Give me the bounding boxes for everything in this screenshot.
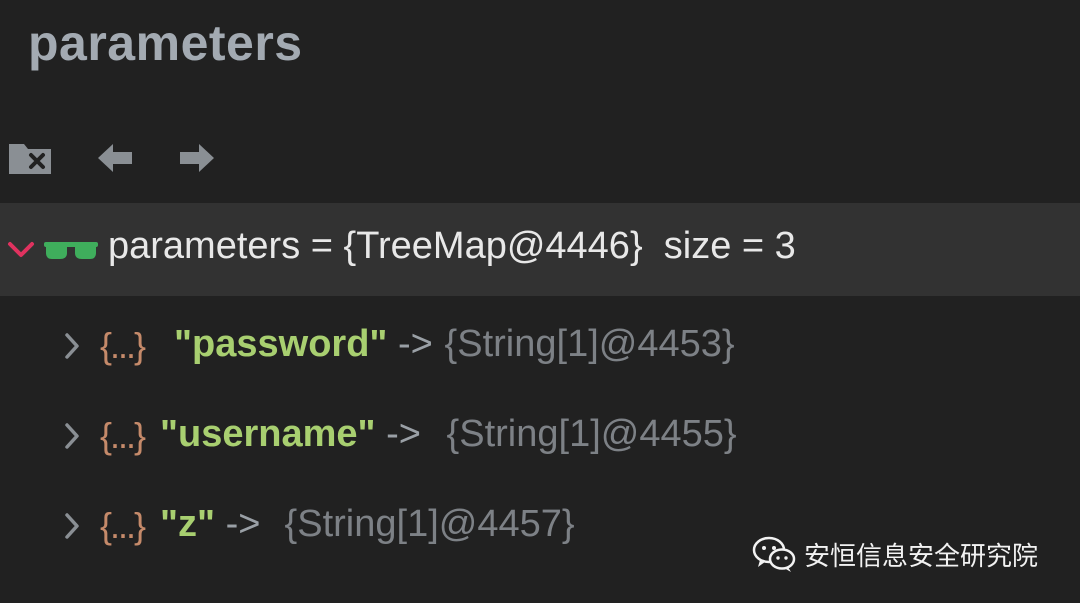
tree-root-row[interactable]: parameters = {TreeMap@4446} size = 3 <box>0 203 1080 296</box>
entry-value: {String[1]@4457} <box>274 503 575 545</box>
entry-key: "z" -> <box>160 503 261 545</box>
chevron-right-icon[interactable] <box>60 330 84 362</box>
entry-key: "username" -> <box>160 413 421 455</box>
wechat-icon <box>752 536 796 572</box>
watermark: 安恒信息安全研究院 <box>752 532 1038 576</box>
entry-value: {String[1]@4453} <box>434 323 735 365</box>
entry-arrow: -> <box>215 503 261 545</box>
arrow-left-icon <box>98 144 132 172</box>
tree-entry-row[interactable]: {...} "password" -> {String[1]@4453} <box>0 301 1080 391</box>
entry-arrow: -> <box>375 413 421 455</box>
panel-title: parameters <box>28 15 303 71</box>
map-entry-icon: {...} <box>100 325 146 366</box>
folder-close-icon <box>9 144 51 174</box>
arrow-right-icon <box>180 144 214 172</box>
chevron-down-icon[interactable] <box>6 237 36 263</box>
entry-key: "password" -> <box>174 323 433 365</box>
watermark-text: 安恒信息安全研究院 <box>804 541 1039 572</box>
map-entry-icon: {...} <box>100 505 146 546</box>
tree-entry-row[interactable]: {...} "username" -> {String[1]@4455} <box>0 391 1080 481</box>
chevron-right-icon[interactable] <box>60 420 84 452</box>
chevron-right-icon[interactable] <box>60 510 84 542</box>
back-button[interactable] <box>94 132 136 184</box>
entry-value: {String[1]@4455} <box>436 413 737 455</box>
folder-close-button[interactable] <box>6 132 54 184</box>
forward-button[interactable] <box>176 132 218 184</box>
watch-glasses-icon <box>44 239 98 266</box>
root-label: parameters = {TreeMap@4446} size = 3 <box>108 225 796 267</box>
map-entry-icon: {...} <box>100 415 146 456</box>
debug-toolbar <box>0 132 300 184</box>
entry-arrow: -> <box>387 323 433 365</box>
